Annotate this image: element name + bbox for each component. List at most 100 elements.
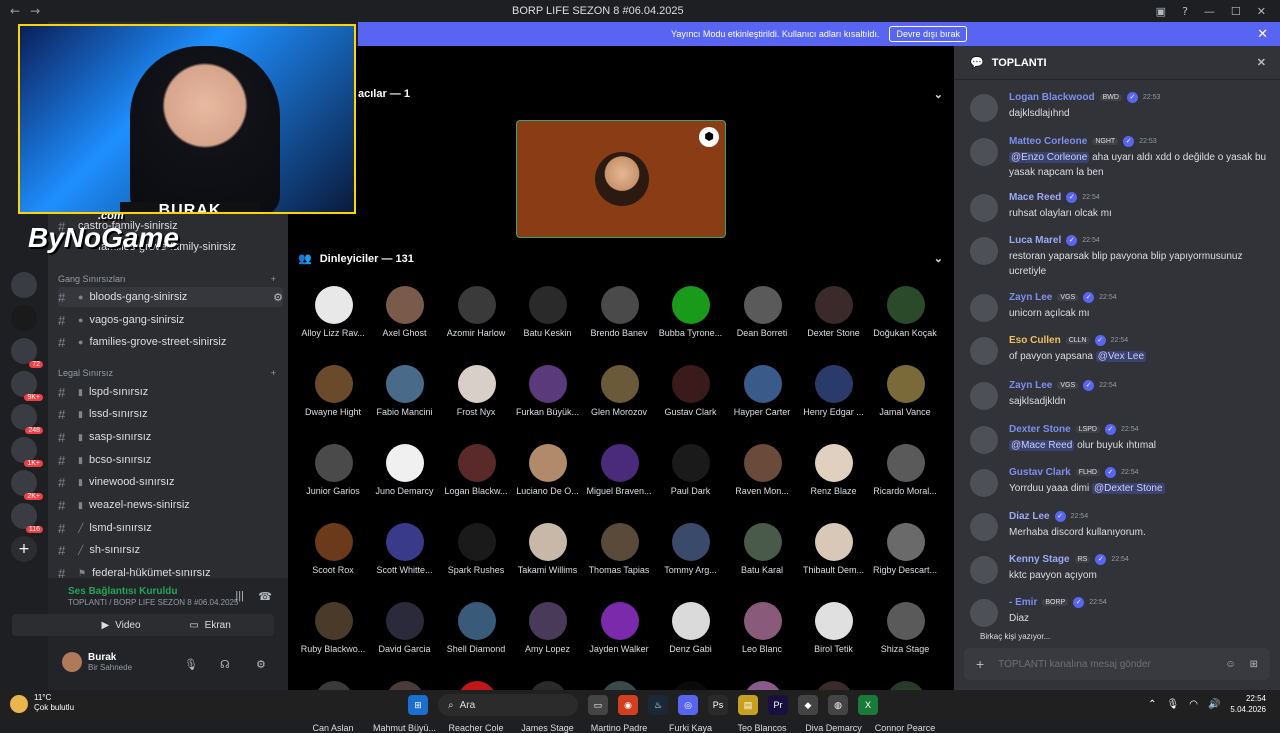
listener-item[interactable]: Brendo Banev [584,286,656,338]
message-author[interactable]: Diaz Lee [1009,511,1050,522]
listener-item[interactable]: Frost Nyx [441,365,513,417]
settings-icon[interactable]: ⚙ [273,291,283,304]
listener-item[interactable]: Rigby Descart... [870,523,942,575]
chat-message[interactable]: Dexter Stone LSPD ✓ 22:54 @Mace Reed olur bu… [970,424,1270,454]
voice-location[interactable]: TOPLANTI / BORP LIFE SEZON 8 #06.04.2025 [68,598,238,607]
message-author[interactable]: Mace Reed [1009,192,1061,203]
chat-message[interactable]: Logan Blackwood BWD ✓ 22:53 dajklsdlajıhnd [970,92,1270,122]
listener-item[interactable]: Leo Blanc [727,602,799,654]
avatar[interactable] [970,194,998,222]
avatar[interactable] [970,556,998,584]
listener-item[interactable]: Dwayne Hight [298,365,370,417]
avatar[interactable] [970,94,998,122]
category-legal[interactable]: Legal Sınırsız + [58,368,276,378]
server-icon[interactable]: 9K+ [11,371,43,401]
listener-item[interactable]: Thibault Dem... [799,523,871,575]
add-server-icon[interactable]: + [11,536,37,562]
user-mention[interactable]: @Mace Reed [1009,440,1075,451]
listener-item[interactable]: Shiza Stage [870,602,942,654]
minimize-button[interactable]: — [1204,5,1215,18]
channel-item[interactable]: # ▮ lspd-sınırsız [58,382,283,402]
disconnect-icon[interactable]: ☎ [258,590,272,603]
user-mention[interactable]: @Vex Lee [1095,351,1147,362]
listener-item[interactable]: Dexter Stone [799,286,871,338]
chat-message[interactable]: Matteo Corleone NGHT ✓ 22:53 @Enzo Corleone … [970,136,1270,180]
listener-item[interactable]: Renz Blaze [799,444,871,496]
user-settings-icon[interactable]: ⚙ [256,658,266,671]
chevron-down-icon[interactable]: ⌄ [934,88,943,101]
user-panel[interactable]: Burak Bir Sahnede [62,652,132,672]
chat-message[interactable]: Mace Reed ✓ 22:54 ruhsat olayları olcak mı [970,192,1270,222]
speakers-header[interactable]: acılar — 1 ⌄ [358,88,943,101]
listener-item[interactable]: Tommy Arg... [656,523,728,575]
listener-item[interactable]: Axel Ghost [370,286,442,338]
discord-icon[interactable]: ◎ [678,695,698,715]
weather-widget[interactable]: 11°C Çok bulutlu [10,693,74,713]
listener-item[interactable]: Alloy Lizz Rav... [298,286,370,338]
message-author[interactable]: - Emir [1009,597,1037,608]
avatar[interactable] [970,337,998,365]
message-author[interactable]: Zayn Lee [1009,292,1052,303]
avatar[interactable] [970,382,998,410]
message-author[interactable]: Gustav Clark [1009,467,1071,478]
listener-item[interactable]: Jayden Walker [584,602,656,654]
channel-item[interactable]: # ▮ vinewood-sınırsız [58,472,283,492]
add-channel-icon[interactable]: + [271,274,276,284]
listener-item[interactable]: Scoot Rox [298,523,370,575]
listener-item[interactable]: Fabio Mancini [370,365,442,417]
speaker-tile[interactable]: ⬢ [516,120,726,238]
headphones-icon[interactable]: ☊ [220,658,230,671]
avatar[interactable] [970,513,998,541]
chat-message[interactable]: Diaz Lee ✓ 22:54 Merhaba discord kullanıyor… [970,511,1270,541]
listener-item[interactable]: Thomas Tapias [584,523,656,575]
chat-message[interactable]: Zayn Lee VGS ✓ 22:54 unicorn açılcak mı [970,292,1270,322]
microphone-tray-icon[interactable]: 🎙 [1167,699,1180,710]
avatar[interactable] [970,599,998,627]
listener-item[interactable]: Ricardo Moral... [870,444,942,496]
channel-item[interactable]: # ▮ weazel-news-sinirsiz [58,495,283,515]
volume-icon[interactable]: 🔊 [1208,699,1220,710]
app-icon[interactable]: ◆ [798,695,818,715]
taskbar-search[interactable]: ⌕ Ara [438,694,578,716]
inbox-icon[interactable]: ▣ [1156,5,1166,18]
disable-streamer-mode-button[interactable]: Devre dışı bırak [889,26,967,42]
server-icon[interactable]: 248 [11,404,43,434]
server-icon[interactable] [11,272,37,298]
avatar[interactable] [970,138,998,166]
message-author[interactable]: Zayn Lee [1009,380,1052,391]
channel-item[interactable]: # ▮ sasp-sınırsız [58,427,283,447]
windows-start-icon[interactable]: ⊞ [408,695,428,715]
listener-item[interactable]: Logan Blackw... [441,444,513,496]
chat-message[interactable]: Eso Cullen CLLN ✓ 22:54 of pavyon yapsana @V… [970,335,1270,365]
listener-item[interactable]: Takami Willims [513,523,585,575]
channel-item[interactable]: # ● families-grove-street-sinirsiz [58,332,283,352]
listener-item[interactable]: Dean Borreti [727,286,799,338]
chat-message[interactable]: - Emir BORP ✓ 22:54 Diaz [970,597,1270,627]
screen-share-button[interactable]: ▭ Ekran [146,614,274,636]
avatar[interactable] [970,237,998,265]
channel-item[interactable]: # ▮ bcso-sınırsız [58,450,283,470]
listener-item[interactable]: Juno Demarcy [370,444,442,496]
chrome-icon[interactable]: ◉ [618,695,638,715]
chat-message[interactable]: Luca Marel ✓ 22:54 restoran yaparsak blip p… [970,235,1270,279]
avatar[interactable] [970,426,998,454]
server-icon[interactable]: 72 [11,338,43,368]
premiere-icon[interactable]: Pr [768,695,788,715]
listeners-header[interactable]: 👥 Dinleyiciler — 131 ⌄ [298,252,943,266]
listener-item[interactable]: Amy Lopez [513,602,585,654]
avatar[interactable] [970,294,998,322]
excel-icon[interactable]: X [858,695,878,715]
channel-item[interactable]: # ▮ lssd-sınırsız [58,404,283,424]
listener-item[interactable]: Scott Whitte... [370,523,442,575]
chat-message[interactable]: Zayn Lee VGS ✓ 22:54 sajklsadjkldn [970,380,1270,410]
back-arrow-icon[interactable]: ← [10,4,20,18]
listener-item[interactable]: Doğukan Koçak [870,286,942,338]
listener-item[interactable]: Batu Keskin [513,286,585,338]
listener-item[interactable]: Miguel Braven... [584,444,656,496]
listener-item[interactable]: Furkan Büyük... [513,365,585,417]
listener-item[interactable]: David Garcia [370,602,442,654]
message-author[interactable]: Dexter Stone [1009,424,1071,435]
listener-item[interactable]: Paul Dark [656,444,728,496]
wifi-icon[interactable]: ◠ [1189,699,1198,710]
close-chat-icon[interactable]: ✕ [1257,56,1266,69]
